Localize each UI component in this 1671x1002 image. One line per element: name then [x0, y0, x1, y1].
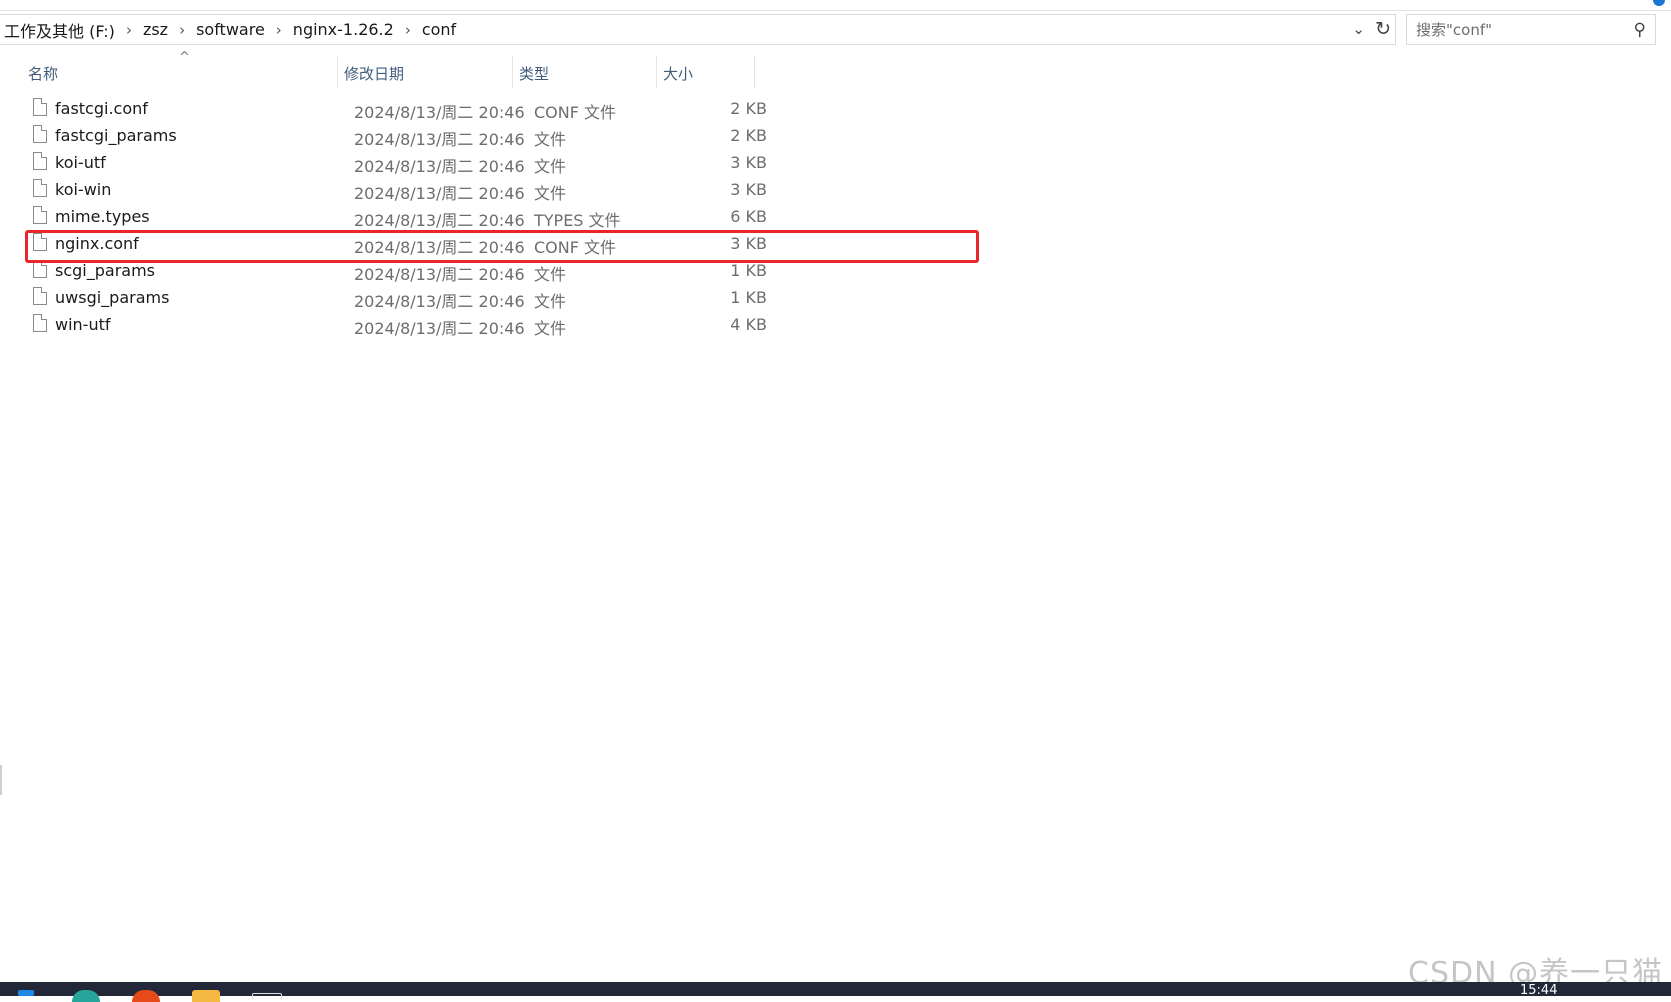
breadcrumb-software[interactable]: software	[192, 20, 269, 39]
file-row[interactable]: fastcgi.conf 2024/8/13/周二 20:46 CONF 文件 2 K…	[0, 95, 990, 122]
file-row[interactable]: uwsgi_params 2024/8/13/周二 20:46 文件 1 KB	[0, 284, 990, 311]
start-icon[interactable]	[18, 990, 34, 996]
file-type: 文件	[534, 184, 567, 203]
file-type: TYPES 文件	[534, 211, 621, 230]
address-bar[interactable]: 工作及其他 (F:) › zsz › software › nginx-1.26…	[0, 14, 1396, 45]
file-size: 4 KB	[730, 315, 767, 334]
column-header-size[interactable]: 大小	[657, 52, 753, 92]
breadcrumb-drive[interactable]: 工作及其他 (F:)	[0, 18, 119, 42]
column-header-name[interactable]: 名称	[22, 52, 337, 92]
file-date: 2024/8/13/周二 20:46	[354, 265, 525, 284]
file-row[interactable]: koi-utf 2024/8/13/周二 20:46 文件 3 KB	[0, 149, 990, 176]
chevron-down-icon[interactable]: ⌄	[1352, 20, 1365, 38]
file-icon	[33, 314, 47, 332]
column-header-type[interactable]: 类型	[513, 52, 656, 92]
file-list: fastcgi.conf 2024/8/13/周二 20:46 CONF 文件 2 K…	[0, 95, 990, 338]
file-size: 3 KB	[730, 180, 767, 199]
file-date: 2024/8/13/周二 20:46	[354, 103, 525, 122]
file-icon	[33, 206, 47, 224]
file-icon	[33, 125, 47, 143]
notification-dot	[1653, 0, 1665, 6]
file-size: 2 KB	[730, 99, 767, 118]
window-icon[interactable]	[252, 993, 282, 999]
file-name: win-utf	[55, 315, 111, 334]
chevron-right-icon[interactable]: ›	[269, 21, 289, 39]
file-type: 文件	[534, 157, 567, 176]
file-date: 2024/8/13/周二 20:46	[354, 130, 525, 149]
file-date: 2024/8/13/周二 20:46	[354, 157, 525, 176]
file-name: mime.types	[55, 207, 150, 226]
file-name: uwsgi_params	[55, 288, 170, 307]
highlight-annotation	[25, 230, 979, 263]
file-type: 文件	[534, 265, 567, 284]
file-type: 文件	[534, 292, 567, 311]
refresh-icon[interactable]: ↻	[1375, 18, 1391, 40]
file-type: CONF 文件	[534, 103, 617, 122]
breadcrumb-conf[interactable]: conf	[418, 20, 460, 39]
file-date: 2024/8/13/周二 20:46	[354, 184, 525, 203]
file-name: koi-utf	[55, 153, 106, 172]
file-size: 2 KB	[730, 126, 767, 145]
file-date: 2024/8/13/周二 20:46	[354, 211, 525, 230]
folder-icon[interactable]	[192, 990, 220, 1002]
file-name: fastcgi.conf	[55, 99, 148, 118]
file-row[interactable]: koi-win 2024/8/13/周二 20:46 文件 3 KB	[0, 176, 990, 203]
file-row[interactable]: fastcgi_params 2024/8/13/周二 20:46 文件 2 KB	[0, 122, 990, 149]
chevron-right-icon[interactable]: ›	[172, 21, 192, 39]
taskbar	[0, 982, 1671, 996]
chevron-right-icon[interactable]: ›	[398, 21, 418, 39]
search-input[interactable]: 搜索"conf" ⚲	[1406, 14, 1656, 45]
file-type: 文件	[534, 319, 567, 338]
file-icon	[33, 179, 47, 197]
file-name: fastcgi_params	[55, 126, 177, 145]
column-header-date[interactable]: 修改日期	[338, 52, 510, 92]
file-type: 文件	[534, 130, 567, 149]
file-name: koi-win	[55, 180, 112, 199]
file-size: 1 KB	[730, 288, 767, 307]
file-icon	[33, 98, 47, 116]
file-row[interactable]: win-utf 2024/8/13/周二 20:46 文件 4 KB	[0, 311, 990, 338]
column-divider[interactable]	[754, 56, 755, 88]
splitter-handle[interactable]	[0, 765, 2, 795]
file-date: 2024/8/13/周二 20:46	[354, 319, 525, 338]
file-name: scgi_params	[55, 261, 155, 280]
file-row[interactable]: mime.types 2024/8/13/周二 20:46 TYPES 文件 6 KB	[0, 203, 990, 230]
ribbon-divider	[0, 10, 1671, 11]
file-size: 6 KB	[730, 207, 767, 226]
file-size: 1 KB	[730, 261, 767, 280]
file-icon	[33, 152, 47, 170]
breadcrumb-nginx[interactable]: nginx-1.26.2	[289, 20, 398, 39]
chevron-right-icon[interactable]: ›	[119, 21, 139, 39]
file-size: 3 KB	[730, 153, 767, 172]
file-date: 2024/8/13/周二 20:46	[354, 292, 525, 311]
search-placeholder: 搜索"conf"	[1416, 21, 1493, 39]
file-icon	[33, 287, 47, 305]
search-icon[interactable]: ⚲	[1634, 20, 1646, 40]
breadcrumb-zsz[interactable]: zsz	[139, 20, 172, 39]
